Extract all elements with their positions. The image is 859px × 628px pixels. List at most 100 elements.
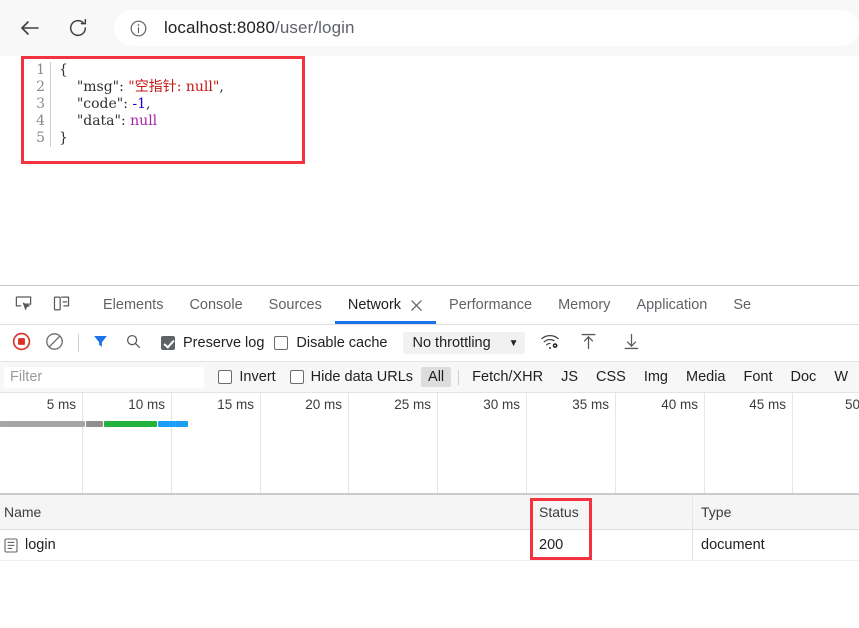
- back-button[interactable]: [12, 10, 48, 46]
- tick-label: 50 m: [844, 397, 859, 412]
- checkbox-box: [218, 370, 233, 384]
- tick-label: 45 ms: [749, 397, 786, 412]
- type-filter-ws[interactable]: W: [827, 367, 855, 387]
- type-filter-js[interactable]: JS: [554, 367, 585, 387]
- timeline-band-queueing: [0, 421, 85, 427]
- gridline: [171, 393, 172, 493]
- close-icon[interactable]: [410, 299, 423, 312]
- search-magnifier-icon: [125, 333, 142, 353]
- inspect-element-button[interactable]: [8, 291, 38, 319]
- resource-type-filters: All Fetch/XHR JS CSS Img Media Font Doc …: [421, 367, 859, 387]
- search-button[interactable]: [118, 330, 148, 356]
- json-line-4: "data": null: [76, 113, 158, 129]
- clear-button[interactable]: [39, 330, 69, 356]
- type-filter-img[interactable]: Img: [637, 367, 675, 387]
- address-bar[interactable]: localhost:8080/user/login: [114, 10, 859, 46]
- line-number: 4: [36, 113, 45, 129]
- gridline: [437, 393, 438, 493]
- tick-label: 30 ms: [483, 397, 520, 412]
- column-header-name[interactable]: Name: [0, 495, 530, 529]
- chevron-down-icon: ▼: [508, 337, 519, 349]
- hide-data-urls-checkbox[interactable]: Hide data URLs: [289, 369, 414, 385]
- json-key-data: "data": [76, 113, 121, 129]
- device-toolbar-button[interactable]: [46, 291, 76, 319]
- tab-sources[interactable]: Sources: [256, 287, 335, 324]
- gridline: [615, 393, 616, 493]
- devtools-tabstrip: Elements Console Sources Network Perform…: [0, 286, 859, 325]
- line-number: 2: [36, 79, 45, 95]
- upload-arrow-icon: [579, 332, 598, 354]
- export-har-button[interactable]: [617, 330, 647, 356]
- type-filter-font[interactable]: Font: [737, 367, 780, 387]
- reload-button[interactable]: [60, 10, 96, 46]
- type-filter-fetch-xhr[interactable]: Fetch/XHR: [465, 367, 550, 387]
- gridline: [792, 393, 793, 493]
- line-number: 5: [36, 130, 45, 146]
- json-line-5: }: [59, 130, 68, 146]
- tab-performance[interactable]: Performance: [436, 287, 545, 324]
- tab-network[interactable]: Network: [334, 287, 437, 324]
- request-status-cell: 200: [530, 530, 692, 560]
- url-path: /user/login: [275, 18, 355, 37]
- json-response-viewer: 12345 { "msg": "空指针: null", "code": -1, …: [27, 62, 224, 147]
- download-arrow-icon: [622, 332, 641, 354]
- import-har-button[interactable]: [574, 330, 604, 356]
- line-number: 3: [36, 96, 45, 112]
- table-row[interactable]: login 200 document: [0, 530, 859, 561]
- tick-label: 35 ms: [572, 397, 609, 412]
- tab-memory[interactable]: Memory: [545, 287, 623, 324]
- checkbox-box: [274, 336, 289, 350]
- column-header-status[interactable]: Status: [530, 495, 692, 529]
- gridline: [348, 393, 349, 493]
- wifi-gear-icon: [540, 332, 560, 355]
- hide-data-urls-label: Hide data URLs: [310, 369, 414, 385]
- line-number-gutter: 12345: [27, 62, 51, 147]
- timeline-band-stalled: [86, 421, 103, 427]
- gridline: [704, 393, 705, 493]
- filter-toggle-button[interactable]: [85, 330, 115, 356]
- network-conditions-button[interactable]: [535, 330, 565, 356]
- column-divider: [692, 495, 693, 525]
- network-overview-timeline[interactable]: 5 ms 10 ms 15 ms 20 ms 25 ms 30 ms 35 ms…: [0, 393, 859, 495]
- filter-input[interactable]: Filter: [4, 366, 205, 388]
- document-file-icon: [4, 537, 18, 553]
- request-name-cell[interactable]: login: [0, 530, 530, 560]
- tick-label: 15 ms: [217, 397, 254, 412]
- table-empty-area: [0, 495, 859, 591]
- tick-label: 40 ms: [661, 397, 698, 412]
- json-code-body[interactable]: { "msg": "空指针: null", "code": -1, "data"…: [51, 62, 224, 147]
- throttling-dropdown[interactable]: No throttling ▼: [403, 332, 525, 354]
- json-value-msg: "空指针: null": [128, 79, 220, 95]
- gridline: [82, 393, 83, 493]
- tick-label: 25 ms: [394, 397, 431, 412]
- record-button[interactable]: [6, 330, 36, 356]
- gridline: [526, 393, 527, 493]
- browser-toolbar: localhost:8080/user/login: [0, 0, 859, 56]
- tick-label: 10 ms: [128, 397, 165, 412]
- device-toolbar-icon: [52, 294, 71, 316]
- tab-application[interactable]: Application: [623, 287, 720, 324]
- tab-console[interactable]: Console: [176, 287, 255, 324]
- tab-security[interactable]: Se: [720, 287, 764, 324]
- type-filter-doc[interactable]: Doc: [784, 367, 824, 387]
- timeline-band-download: [158, 421, 188, 427]
- disable-cache-label: Disable cache: [296, 335, 388, 351]
- timeline-band-waiting: [104, 421, 157, 427]
- gridline: [260, 393, 261, 493]
- url-host: localhost:8080: [164, 18, 276, 37]
- type-filter-css[interactable]: CSS: [589, 367, 633, 387]
- info-circle-icon[interactable]: [128, 18, 148, 38]
- tick-label: 20 ms: [305, 397, 342, 412]
- tab-elements[interactable]: Elements: [90, 287, 176, 324]
- type-filter-media[interactable]: Media: [679, 367, 733, 387]
- checkbox-box: [161, 336, 175, 350]
- column-header-type[interactable]: Type: [692, 495, 859, 529]
- type-filter-all[interactable]: All: [421, 367, 452, 387]
- network-filter-bar: Filter Invert Hide data URLs All Fetch/X…: [0, 362, 859, 393]
- json-line-2: "msg": "空指针: null",: [76, 79, 224, 95]
- disable-cache-checkbox[interactable]: Disable cache: [274, 335, 387, 351]
- invert-checkbox[interactable]: Invert: [218, 369, 276, 385]
- funnel-filter-icon: [92, 333, 109, 353]
- preserve-log-checkbox[interactable]: Preserve log: [161, 335, 264, 351]
- json-line-3: "code": -1,: [76, 96, 151, 112]
